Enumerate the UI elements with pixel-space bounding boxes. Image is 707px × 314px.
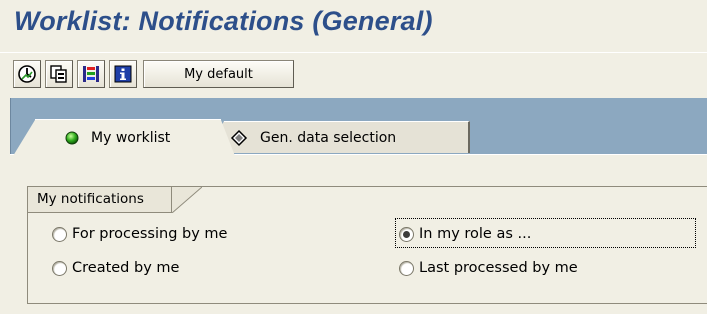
info-icon xyxy=(113,64,133,84)
radio-label: Last processed by me xyxy=(419,260,578,276)
radio-button[interactable] xyxy=(399,260,414,276)
my-default-label: My default xyxy=(184,66,253,82)
sap-worklist-screen: Worklist: Notifications (General) My def… xyxy=(0,0,707,314)
radio-label: Created by me xyxy=(72,260,180,276)
radio-button[interactable] xyxy=(52,226,67,242)
green-light-icon xyxy=(65,131,79,145)
color-legend-icon xyxy=(81,64,101,84)
page-title: Worklist: Notifications (General) xyxy=(14,6,433,36)
my-default-button[interactable]: My default xyxy=(143,60,294,88)
application-toolbar: My default xyxy=(0,52,707,98)
tab-label: Gen. data selection xyxy=(260,129,397,146)
radio-last-processed-by-me[interactable]: Last processed by me xyxy=(399,260,578,276)
title-bar: Worklist: Notifications (General) xyxy=(0,0,707,48)
radio-label: For processing by me xyxy=(72,226,228,242)
information-button[interactable] xyxy=(109,60,137,88)
group-title: My notifications xyxy=(28,187,172,213)
radio-for-processing-by-me[interactable]: For processing by me xyxy=(52,226,227,242)
radio-created-by-me[interactable]: Created by me xyxy=(52,260,179,276)
copy-variant-icon xyxy=(49,64,69,84)
execute-button[interactable] xyxy=(13,60,41,88)
radio-button-selected[interactable] xyxy=(399,226,414,242)
radio-in-my-role-as[interactable]: In my role as ... xyxy=(399,226,531,242)
clock-execute-icon xyxy=(17,64,37,84)
tab-gen-data-selection[interactable]: Gen. data selection xyxy=(208,121,470,154)
copy-variant-button[interactable] xyxy=(45,60,73,88)
group-title-slant xyxy=(172,186,202,213)
color-legend-button[interactable] xyxy=(77,60,105,88)
radio-button[interactable] xyxy=(52,260,67,276)
tab-my-worklist[interactable]: My worklist xyxy=(13,119,235,156)
tab-label: My worklist xyxy=(91,129,171,146)
radio-label: In my role as ... xyxy=(419,226,532,242)
